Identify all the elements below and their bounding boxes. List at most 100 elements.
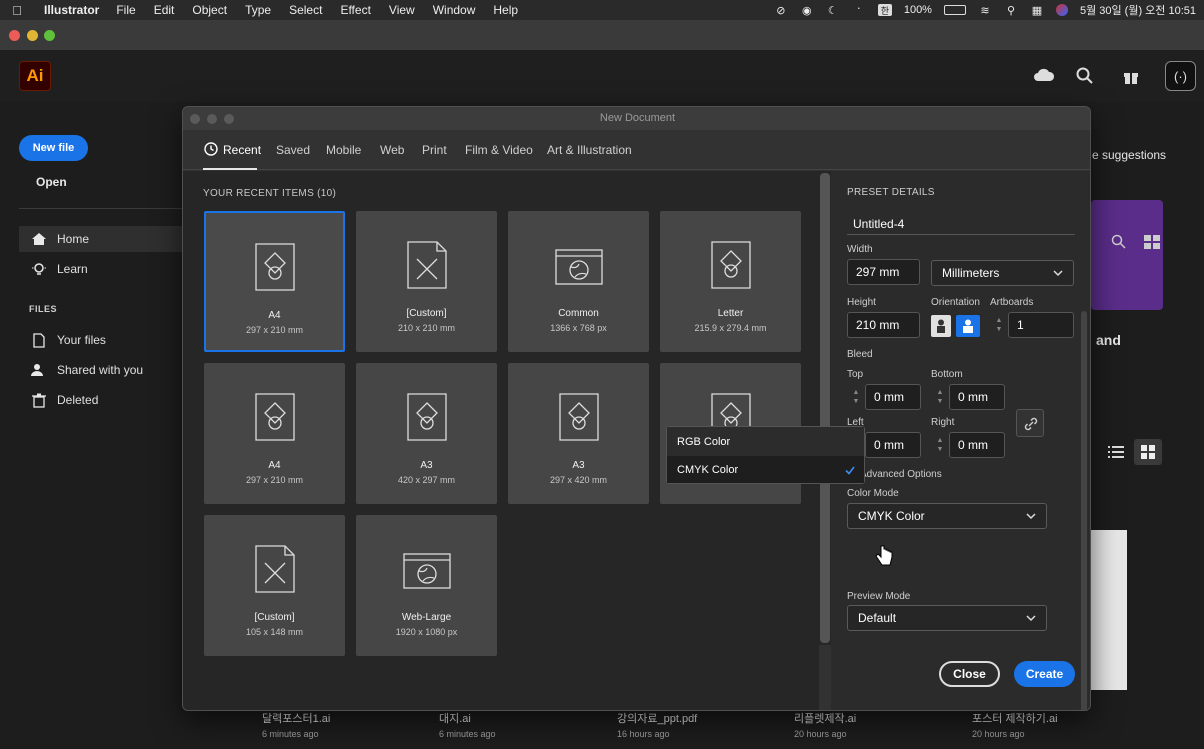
custom-doc-icon <box>406 241 447 289</box>
sidebar-item-deleted[interactable]: Deleted <box>19 387 182 413</box>
dialog-minimize-dot[interactable] <box>207 114 217 124</box>
scroll-thumb[interactable] <box>820 173 830 643</box>
color-option-rgb[interactable]: RGB Color <box>667 427 864 456</box>
custom-doc-icon <box>254 545 295 593</box>
advanced-options-toggle[interactable]: Advanced Options <box>860 469 942 480</box>
new-file-button[interactable]: New file <box>19 135 88 161</box>
sidebar-item-shared[interactable]: Shared with you <box>19 357 182 383</box>
menu-edit[interactable]: Edit <box>145 3 184 17</box>
width-input[interactable]: 297 mm <box>847 259 920 285</box>
input-source-icon[interactable]: 한 <box>877 4 892 16</box>
sidebar-item-learn[interactable]: Learn <box>19 256 182 282</box>
recent-file-name[interactable]: 대지.ai <box>439 710 471 726</box>
file-icon <box>29 332 49 348</box>
tab-web[interactable]: Web <box>380 143 404 157</box>
list-view-icon[interactable] <box>1108 445 1124 459</box>
tab-mobile[interactable]: Mobile <box>326 143 361 157</box>
sidebar <box>0 102 182 749</box>
zoom-window-icon[interactable] <box>44 30 55 41</box>
menu-view[interactable]: View <box>380 3 424 17</box>
dialog-zoom-dot[interactable] <box>224 114 234 124</box>
menu-type[interactable]: Type <box>236 3 280 17</box>
recent-file-thumbnail[interactable] <box>1091 530 1127 690</box>
recent-file-name[interactable]: 강의자료_ppt.pdf <box>617 710 697 726</box>
height-input[interactable]: 210 mm <box>847 312 920 338</box>
moon-icon[interactable]: ☾ <box>826 4 840 17</box>
preset-card[interactable]: A3 297 x 420 mm <box>508 363 649 504</box>
cloud-icon[interactable] <box>1033 67 1055 83</box>
close-button[interactable]: Close <box>939 661 1000 687</box>
menu-effect[interactable]: Effect <box>331 3 379 17</box>
gift-icon[interactable] <box>1122 67 1140 85</box>
suggestion-thumbnail[interactable] <box>1091 200 1163 310</box>
color-mode-dropdown[interactable]: CMYK Color <box>847 503 1047 529</box>
bleed-right-stepper[interactable]: ▲ ▼ <box>931 432 949 458</box>
grid-view-icon <box>1141 445 1155 459</box>
siri-icon[interactable] <box>1055 4 1068 16</box>
preset-card[interactable]: [Custom] 210 x 210 mm <box>356 211 497 352</box>
portrait-orientation-button[interactable] <box>931 315 951 337</box>
recent-scrollbar[interactable] <box>819 171 831 645</box>
landscape-orientation-button[interactable] <box>956 315 980 337</box>
create-button[interactable]: Create <box>1014 661 1075 687</box>
details-scrollbar[interactable] <box>1081 311 1087 710</box>
artboards-input[interactable]: 1 <box>1008 312 1074 338</box>
menu-app-name[interactable]: Illustrator <box>34 3 107 17</box>
menu-help[interactable]: Help <box>484 3 527 17</box>
wifi-icon[interactable]: ≋ <box>978 4 992 17</box>
color-option-cmyk[interactable]: CMYK Color <box>667 456 864 483</box>
creative-cloud-icon[interactable]: (·) <box>1165 61 1196 91</box>
tab-print[interactable]: Print <box>422 143 447 157</box>
preset-card[interactable]: [Custom] 105 x 148 mm <box>204 515 345 656</box>
tab-recent[interactable]: Recent <box>223 143 261 157</box>
menu-object[interactable]: Object <box>183 3 236 17</box>
link-bleed-button[interactable] <box>1016 409 1044 437</box>
bleed-left-input[interactable]: 0 mm <box>865 432 921 458</box>
preset-card[interactable]: Common 1366 x 768 px <box>508 211 649 352</box>
orientation-label: Orientation <box>931 297 980 308</box>
tab-art-illustration[interactable]: Art & Illustration <box>547 143 632 157</box>
bleed-right-input[interactable]: 0 mm <box>949 432 1005 458</box>
recent-file-name[interactable]: 리플렛제작.ai <box>794 710 856 726</box>
sidebar-item-label: Your files <box>57 333 106 347</box>
control-center-icon[interactable]: ▦ <box>1030 4 1044 17</box>
sidebar-item-home[interactable]: Home <box>19 226 182 252</box>
minimize-window-icon[interactable] <box>27 30 38 41</box>
preview-mode-dropdown[interactable]: Default <box>847 605 1047 631</box>
preset-card[interactable]: Web-Large 1920 x 1080 px <box>356 515 497 656</box>
illustrator-logo: Ai <box>19 61 51 91</box>
menu-window[interactable]: Window <box>424 3 485 17</box>
tab-saved[interactable]: Saved <box>276 143 310 157</box>
units-dropdown[interactable]: Millimeters <box>931 260 1074 286</box>
preset-card[interactable]: A4 297 x 210 mm <box>204 211 345 352</box>
bleed-top-input[interactable]: 0 mm <box>865 384 921 410</box>
preset-card[interactable]: A4 297 x 210 mm <box>204 363 345 504</box>
grid-view-button[interactable] <box>1134 439 1162 465</box>
sidebar-item-your-files[interactable]: Your files <box>19 327 182 353</box>
new-document-dialog: New Document Recent Saved Mobile Web Pri… <box>182 106 1091 711</box>
bleed-bottom-input[interactable]: 0 mm <box>949 384 1005 410</box>
bluetooth-icon[interactable]: ᛫ <box>852 4 866 16</box>
close-window-icon[interactable] <box>9 30 20 41</box>
open-button[interactable]: Open <box>36 175 67 189</box>
spotlight-icon[interactable]: ⚲ <box>1004 4 1018 17</box>
print-doc-icon <box>558 393 599 441</box>
document-name-input[interactable]: Untitled-4 <box>847 209 1075 235</box>
menu-select[interactable]: Select <box>280 3 331 17</box>
artboards-stepper[interactable]: ▲ ▼ <box>990 312 1008 338</box>
tab-film-video[interactable]: Film & Video <box>465 143 533 157</box>
dialog-close-dot[interactable] <box>190 114 200 124</box>
record-icon[interactable]: ◉ <box>800 4 814 17</box>
menu-file[interactable]: File <box>107 3 144 17</box>
battery-icon[interactable] <box>943 5 966 15</box>
bleed-bottom-stepper[interactable]: ▲ ▼ <box>931 384 949 410</box>
apple-icon[interactable]:  <box>0 3 34 18</box>
recent-file-name[interactable]: 달력포스터1.ai <box>262 710 330 726</box>
bleed-top-stepper[interactable]: ▲ ▼ <box>847 384 865 410</box>
recent-file-name[interactable]: 포스터 제작하기.ai <box>972 710 1058 726</box>
clock[interactable]: 5월 30일 (월) 오전 10:51 <box>1080 2 1196 18</box>
search-icon[interactable] <box>1076 67 1094 85</box>
preset-card[interactable]: Letter 215.9 x 279.4 mm <box>660 211 801 352</box>
no-entry-icon[interactable]: ⊘ <box>774 4 788 17</box>
preset-card[interactable]: A3 420 x 297 mm <box>356 363 497 504</box>
